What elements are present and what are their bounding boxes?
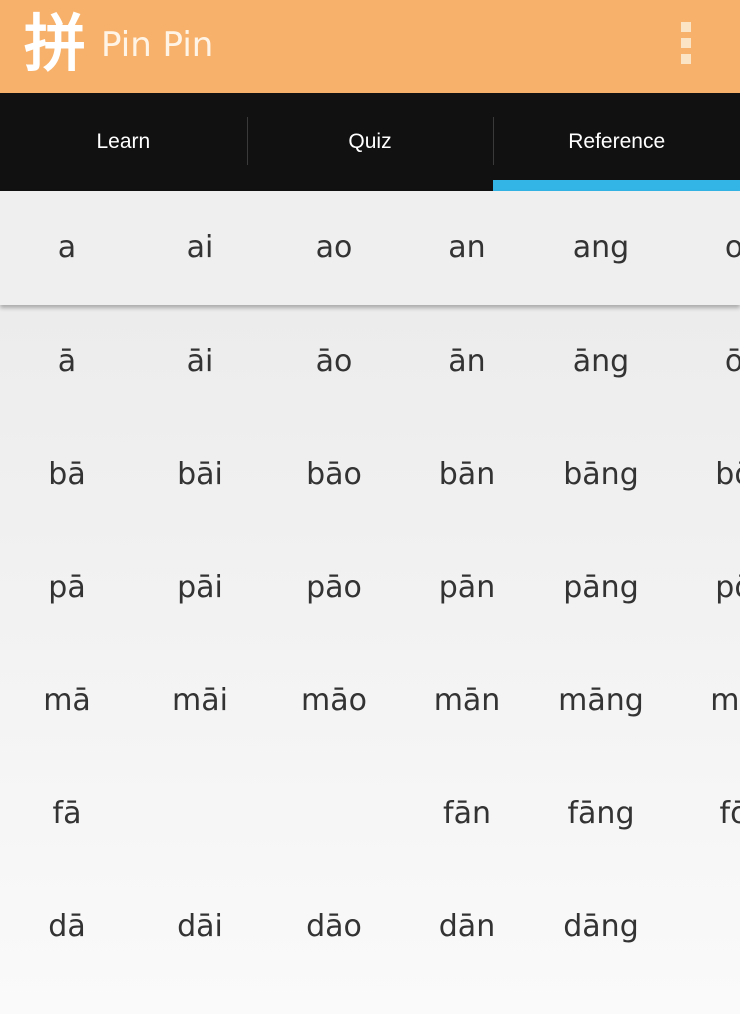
syllable-cell[interactable] [667, 870, 740, 983]
overflow-menu-dot [681, 54, 691, 64]
finals-header-row: a ai ao an ang o [0, 191, 740, 305]
syllable-cell[interactable]: bāng [534, 418, 668, 531]
tab-reference[interactable]: Reference [493, 93, 740, 191]
table-row: bā bāi bāo bān bāng bō [0, 418, 740, 531]
tab-bar: Learn Quiz Reference [0, 93, 740, 191]
syllable-cell[interactable]: dā [0, 870, 134, 983]
header-cell[interactable]: ai [133, 191, 267, 304]
syllable-cell[interactable]: ān [400, 305, 534, 418]
syllable-cell[interactable]: dāng [534, 870, 668, 983]
app-title: Pin Pin [101, 25, 214, 65]
table-row: fā fān fāng fō [0, 757, 740, 870]
syllable-cell[interactable]: māng [534, 644, 668, 757]
syllable-cell[interactable]: pāi [133, 531, 267, 644]
table-row: pā pāi pāo pān pāng pō [0, 531, 740, 644]
syllable-cell[interactable]: pā [0, 531, 134, 644]
syllable-cell[interactable]: pāo [267, 531, 401, 644]
tab-learn[interactable]: Learn [0, 93, 247, 191]
syllable-cell[interactable]: āng [534, 305, 668, 418]
syllable-cell[interactable]: pō [667, 531, 740, 644]
header-cell[interactable]: o [667, 191, 740, 304]
table-row: ā āi āo ān āng ō [0, 305, 740, 418]
syllable-cell[interactable]: dāi [133, 870, 267, 983]
syllable-cell[interactable]: bān [400, 418, 534, 531]
syllable-cell[interactable]: āi [133, 305, 267, 418]
pinyin-grid[interactable]: ā āi āo ān āng ō bā bāi bāo bān bāng bō … [0, 305, 740, 1014]
syllable-cell[interactable] [133, 757, 267, 870]
syllable-cell[interactable]: pāng [534, 531, 668, 644]
table-row: mā māi māo mān māng mō [0, 644, 740, 757]
syllable-cell[interactable]: fā [0, 757, 134, 870]
syllable-cell[interactable]: māo [267, 644, 401, 757]
overflow-menu-icon[interactable] [672, 18, 700, 68]
syllable-cell[interactable]: mō [667, 644, 740, 757]
header-cell[interactable]: ang [534, 191, 668, 304]
app-logo: 拼 [24, 7, 87, 80]
tab-quiz[interactable]: Quiz [246, 93, 494, 191]
syllable-cell[interactable]: pān [400, 531, 534, 644]
header-cell[interactable]: an [400, 191, 534, 304]
syllable-cell[interactable]: fō [667, 757, 740, 870]
syllable-cell[interactable]: fān [400, 757, 534, 870]
header-cell[interactable]: ao [267, 191, 401, 304]
syllable-cell[interactable]: fāng [534, 757, 668, 870]
syllable-cell[interactable]: dāo [267, 870, 401, 983]
overflow-menu-dot [681, 22, 691, 32]
syllable-cell[interactable]: bā [0, 418, 134, 531]
header-row: a ai ao an ang o [0, 191, 740, 304]
syllable-cell[interactable]: māi [133, 644, 267, 757]
syllable-cell[interactable]: dān [400, 870, 534, 983]
syllable-cell[interactable]: ō [667, 305, 740, 418]
syllable-cell[interactable]: bō [667, 418, 740, 531]
syllable-cell[interactable]: bāo [267, 418, 401, 531]
syllable-cell[interactable]: ā [0, 305, 134, 418]
app-bar: 拼 Pin Pin [0, 0, 740, 93]
syllable-cell[interactable]: mān [400, 644, 534, 757]
syllable-cell[interactable] [267, 757, 401, 870]
table-row: dā dāi dāo dān dāng [0, 870, 740, 983]
syllable-cell[interactable]: āo [267, 305, 401, 418]
syllable-cell[interactable]: bāi [133, 418, 267, 531]
syllable-cell[interactable]: mā [0, 644, 134, 757]
overflow-menu-dot [681, 38, 691, 48]
header-cell[interactable]: a [0, 191, 134, 304]
